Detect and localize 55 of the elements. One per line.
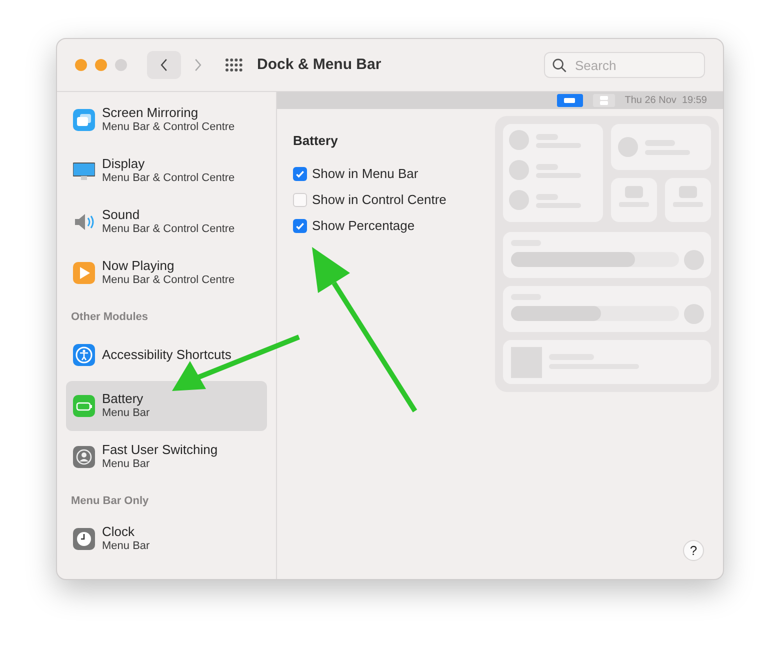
play-icon — [73, 262, 95, 284]
grid-icon — [225, 58, 243, 72]
chevron-left-icon — [160, 58, 168, 72]
checkbox-label: Show Percentage — [312, 216, 415, 235]
search-icon — [552, 58, 567, 73]
item-label: Now Playing — [102, 258, 176, 274]
clock-icon — [73, 528, 95, 550]
item-subtitle: Menu Bar & Control Centre — [102, 223, 235, 237]
screen-mirroring-icon — [73, 109, 95, 131]
checkmark-icon — [295, 168, 305, 178]
item-label: Fast User Switching — [102, 442, 218, 458]
minimize-button[interactable] — [95, 59, 107, 71]
checkbox-label: Show in Menu Bar — [312, 164, 418, 183]
section-heading: Menu Bar Only — [71, 494, 149, 508]
zoom-button[interactable] — [115, 59, 127, 71]
item-subtitle: Menu Bar & Control Centre — [102, 121, 235, 135]
section-heading: Other Modules — [71, 310, 148, 324]
item-label: Accessibility Shortcuts — [102, 346, 232, 364]
item-label: Clock — [102, 524, 136, 540]
checkbox[interactable] — [293, 218, 307, 232]
sidebar-item[interactable]: Accessibility Shortcuts — [66, 330, 267, 380]
back-button[interactable] — [147, 51, 181, 79]
item-subtitle: Menu Bar — [102, 540, 150, 554]
checkbox[interactable] — [293, 192, 307, 206]
item-subtitle: Menu Bar & Control Centre — [102, 172, 235, 186]
window-title: Dock & Menu Bar — [257, 54, 382, 75]
checkbox[interactable] — [293, 166, 307, 180]
item-label: Display — [102, 156, 146, 172]
search-field[interactable]: Search — [544, 52, 705, 78]
item-label: Battery — [102, 391, 144, 408]
section-title: Battery — [293, 132, 339, 150]
item-subtitle: Menu Bar — [102, 407, 150, 421]
item-label: Sound — [102, 207, 141, 224]
help-button[interactable]: ? — [683, 540, 704, 561]
sidebar-item[interactable]: Now Playing Menu Bar & Control Centre — [66, 248, 267, 298]
item-label: Screen Mirroring — [102, 105, 200, 122]
item-subtitle: Menu Bar — [102, 458, 151, 472]
sidebar-item[interactable]: Screen Mirroring Menu Bar & Control Centre — [66, 95, 267, 145]
battery-icon — [556, 94, 583, 107]
date-time: Thu 26 Nov 19:59 — [624, 94, 707, 108]
user-icon — [73, 446, 95, 468]
sidebar-item[interactable]: Battery Menu Bar — [66, 381, 267, 431]
monitor-icon — [73, 160, 95, 182]
checkmark-icon — [295, 220, 305, 230]
sidebar-item[interactable]: Fast User Switching Menu Bar — [66, 432, 267, 482]
sidebar-item[interactable]: Display Menu Bar & Control Centre — [66, 146, 267, 196]
sidebar-item[interactable]: Clock Menu Bar — [66, 514, 267, 564]
sidebar-item[interactable]: Sound Menu Bar & Control Centre — [66, 197, 267, 247]
checkbox-label: Show in Control Centre — [312, 190, 446, 209]
battery-icon — [73, 395, 95, 417]
accessibility-icon — [73, 344, 95, 366]
chevron-right-icon — [194, 58, 202, 72]
item-subtitle: Menu Bar & Control Centre — [102, 274, 235, 288]
speaker-icon — [73, 211, 95, 233]
close-button[interactable] — [75, 59, 87, 71]
